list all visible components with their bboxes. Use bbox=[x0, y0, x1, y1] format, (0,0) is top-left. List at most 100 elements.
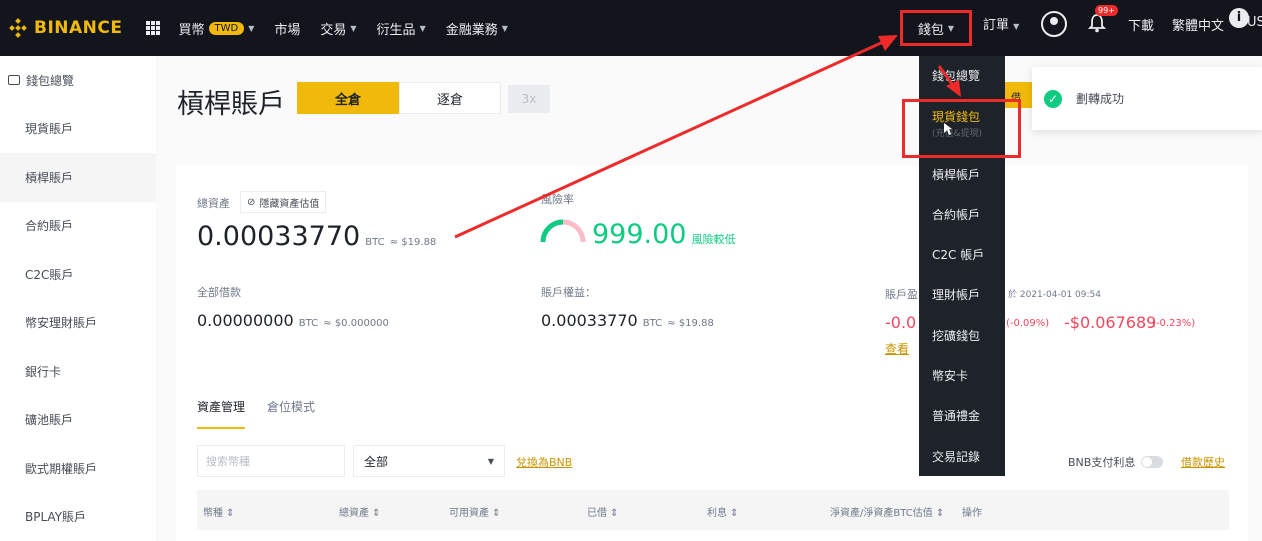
nav-derivatives[interactable]: 衍生品 ▼ bbox=[377, 19, 426, 38]
risk-ratio-row: 999.00 風險較低 bbox=[592, 219, 736, 250]
total-assets-label: 總資產 bbox=[197, 197, 230, 210]
annotation-highlight-box bbox=[902, 99, 1021, 158]
bnb-interest-toggle[interactable] bbox=[1141, 456, 1164, 468]
margin-mode-tabs: 全倉 逐倉 bbox=[297, 82, 501, 114]
menu-item-card[interactable]: 幣安卡 bbox=[932, 367, 968, 384]
main-nav: 買幣 TWD ▼ 市場 交易 ▼ 衍生品 ▼ 金融業務 ▼ bbox=[178, 19, 527, 38]
equity-row: 0.00033770 BTC ≈ $19.88 bbox=[541, 311, 714, 330]
toast-message: 劃轉成功 bbox=[1076, 92, 1125, 106]
pnl-pct-2: (-0.23%) bbox=[1152, 318, 1196, 329]
caret-down-icon: ▼ bbox=[1013, 22, 1020, 31]
sidebar-item-label: 槓桿賬戶 bbox=[25, 170, 74, 185]
notification-bell-icon[interactable] bbox=[1087, 13, 1107, 33]
menu-item-futures[interactable]: 合約帳戶 bbox=[932, 206, 980, 223]
pnl-value-1: -0.0 bbox=[885, 313, 917, 332]
caret-down-icon: ▼ bbox=[501, 23, 508, 33]
sidebar-item-bank-card[interactable]: 銀行卡 bbox=[0, 347, 156, 396]
apps-grid-icon[interactable] bbox=[146, 21, 161, 35]
nav-trade[interactable]: 交易 ▼ bbox=[320, 19, 356, 38]
caret-down-icon: ▼ bbox=[487, 456, 494, 466]
nav-label: 買幣 bbox=[178, 22, 205, 38]
asset-table-header: 幣種 ⇕ 總資產 ⇕ 可用資產 ⇕ 已借 ⇕ 利息 ⇕ 淨資產/淨資產BTC估值… bbox=[197, 490, 1229, 530]
pnl-value-2: -$0.067689 bbox=[1064, 313, 1157, 332]
menu-item-c2c[interactable]: C2C 帳戶 bbox=[932, 246, 984, 263]
caret-down-icon: ▼ bbox=[947, 23, 955, 33]
nav-language[interactable]: 繁體中文 bbox=[1172, 15, 1224, 34]
hide-balance-label: 隱藏資產估值 bbox=[259, 198, 320, 210]
total-assets-unit: BTC bbox=[365, 237, 385, 248]
col-total[interactable]: 總資產 ⇕ bbox=[339, 504, 381, 519]
borrowed-usd: ≈ $0.000000 bbox=[323, 318, 389, 329]
sidebar-item-label: 錢包總覽 bbox=[26, 73, 75, 88]
col-available[interactable]: 可用資產 ⇕ bbox=[449, 504, 501, 519]
user-avatar-icon[interactable] bbox=[1041, 11, 1067, 37]
col-interest[interactable]: 利息 ⇕ bbox=[707, 504, 739, 519]
nav-wallet[interactable]: 錢包 ▼ bbox=[900, 10, 972, 46]
right-nav: 錢包 ▼ bbox=[900, 0, 972, 56]
sidebar-item-earn[interactable]: 幣安理財賬戶 bbox=[0, 299, 156, 348]
nav-label: 金融業務 bbox=[445, 22, 498, 38]
nav-buy-crypto[interactable]: 買幣 TWD ▼ bbox=[178, 19, 254, 38]
nav-markets[interactable]: 市場 bbox=[274, 19, 300, 38]
risk-ratio-label: 風險率 bbox=[541, 193, 574, 206]
sidebar-item-spot[interactable]: 現貨賬戶 bbox=[0, 105, 156, 154]
nav-finance[interactable]: 金融業務 ▼ bbox=[446, 19, 508, 38]
total-assets-usd: ≈ $19.88 bbox=[389, 237, 437, 248]
sidebar-item-pool[interactable]: 礦池賬戶 bbox=[0, 396, 156, 445]
sidebar-item-label: 現貨賬戶 bbox=[25, 122, 74, 137]
nav-download[interactable]: 下載 bbox=[1128, 15, 1154, 34]
brand-name: BINANCE bbox=[34, 18, 123, 38]
sidebar-item-bplay[interactable]: BPLAY賬戶 bbox=[0, 493, 156, 541]
asset-filter-select[interactable]: 全部 ▼ bbox=[353, 445, 505, 477]
total-assets-value-row: 0.00033770 BTC ≈ $19.88 bbox=[197, 221, 436, 252]
equity-label: 賬戶權益： bbox=[541, 286, 596, 299]
binance-logo-icon bbox=[8, 18, 28, 38]
tab-cross[interactable]: 全倉 bbox=[297, 82, 399, 114]
caret-down-icon: ▼ bbox=[248, 23, 255, 33]
view-pnl-link[interactable]: 查看 bbox=[885, 340, 909, 357]
menu-item-margin[interactable]: 槓桿帳戶 bbox=[932, 166, 980, 183]
info-icon[interactable]: i bbox=[1229, 8, 1249, 28]
asset-tabs: 資產管理 倉位模式 bbox=[197, 398, 337, 429]
bnb-interest-toggle-row: BNB支付利息 bbox=[1068, 454, 1164, 470]
success-check-icon: ✓ bbox=[1044, 89, 1062, 108]
sidebar-item-wallet-overview[interactable]: 錢包總覽 bbox=[0, 56, 156, 105]
caret-down-icon: ▼ bbox=[350, 23, 357, 33]
equity-usd: ≈ $19.88 bbox=[667, 318, 714, 329]
col-borrowed[interactable]: 已借 ⇕ bbox=[587, 504, 619, 519]
total-assets-value: 0.00033770 bbox=[197, 221, 361, 252]
pnl-timestamp: 於 2021-04-01 09:54 bbox=[1008, 290, 1101, 300]
pnl-label: 賬戶盈 bbox=[885, 288, 918, 301]
sidebar-item-futures[interactable]: 合約賬戶 bbox=[0, 202, 156, 251]
equity-value: 0.00033770 bbox=[541, 311, 638, 330]
borrowed-unit: BTC bbox=[298, 318, 319, 329]
sidebar-item-label: 礦池賬戶 bbox=[25, 413, 74, 428]
sidebar-item-c2c[interactable]: C2C賬戶 bbox=[0, 250, 156, 299]
risk-gauge-icon bbox=[539, 218, 587, 248]
sidebar: 錢包總覽 現貨賬戶 槓桿賬戶 合約賬戶 C2C賬戶 幣安理財賬戶 銀行卡 礦池賬… bbox=[0, 56, 156, 541]
tab-position-mode[interactable]: 倉位模式 bbox=[267, 398, 315, 429]
top-navbar: BINANCE 買幣 TWD ▼ 市場 交易 ▼ 衍生品 ▼ 金融業務 ▼ 錢包… bbox=[0, 0, 1262, 56]
nav-currency[interactable]: USD bbox=[1247, 15, 1262, 30]
bnb-interest-label: BNB支付利息 bbox=[1068, 456, 1136, 469]
menu-item-earn[interactable]: 理財帳戶 bbox=[932, 286, 980, 303]
borrow-history-link[interactable]: 借款歷史 bbox=[1181, 454, 1225, 470]
hide-balance-button[interactable]: ⊘ 隱藏資產估值 bbox=[240, 191, 327, 213]
sidebar-item-margin[interactable]: 槓桿賬戶 bbox=[0, 153, 156, 202]
menu-item-wallet-overview[interactable]: 錢包總覽 bbox=[932, 67, 980, 84]
menu-item-mining[interactable]: 挖礦錢包 bbox=[932, 327, 980, 344]
col-net-asset[interactable]: 淨資產/淨資產BTC估值 ⇕ bbox=[830, 504, 944, 519]
menu-item-gift[interactable]: 普通禮金 bbox=[932, 407, 980, 424]
nav-label: 市場 bbox=[274, 22, 301, 38]
tab-isolated[interactable]: 逐倉 bbox=[399, 82, 501, 114]
nav-orders[interactable]: 訂單 ▼ bbox=[983, 14, 1019, 33]
binance-logo[interactable]: BINANCE bbox=[8, 18, 122, 38]
coin-search-input[interactable]: 搜索幣種 bbox=[197, 445, 345, 477]
convert-to-bnb-link[interactable]: 兌換為BNB bbox=[516, 454, 572, 470]
tab-asset-management[interactable]: 資產管理 bbox=[197, 398, 246, 429]
sidebar-item-label: BPLAY賬戶 bbox=[25, 510, 87, 525]
sidebar-item-options[interactable]: 歐式期權賬戶 bbox=[0, 444, 156, 493]
sidebar-item-label: 合約賬戶 bbox=[25, 219, 74, 234]
col-coin[interactable]: 幣種 ⇕ bbox=[203, 504, 235, 519]
menu-item-history[interactable]: 交易記錄 bbox=[932, 448, 980, 465]
